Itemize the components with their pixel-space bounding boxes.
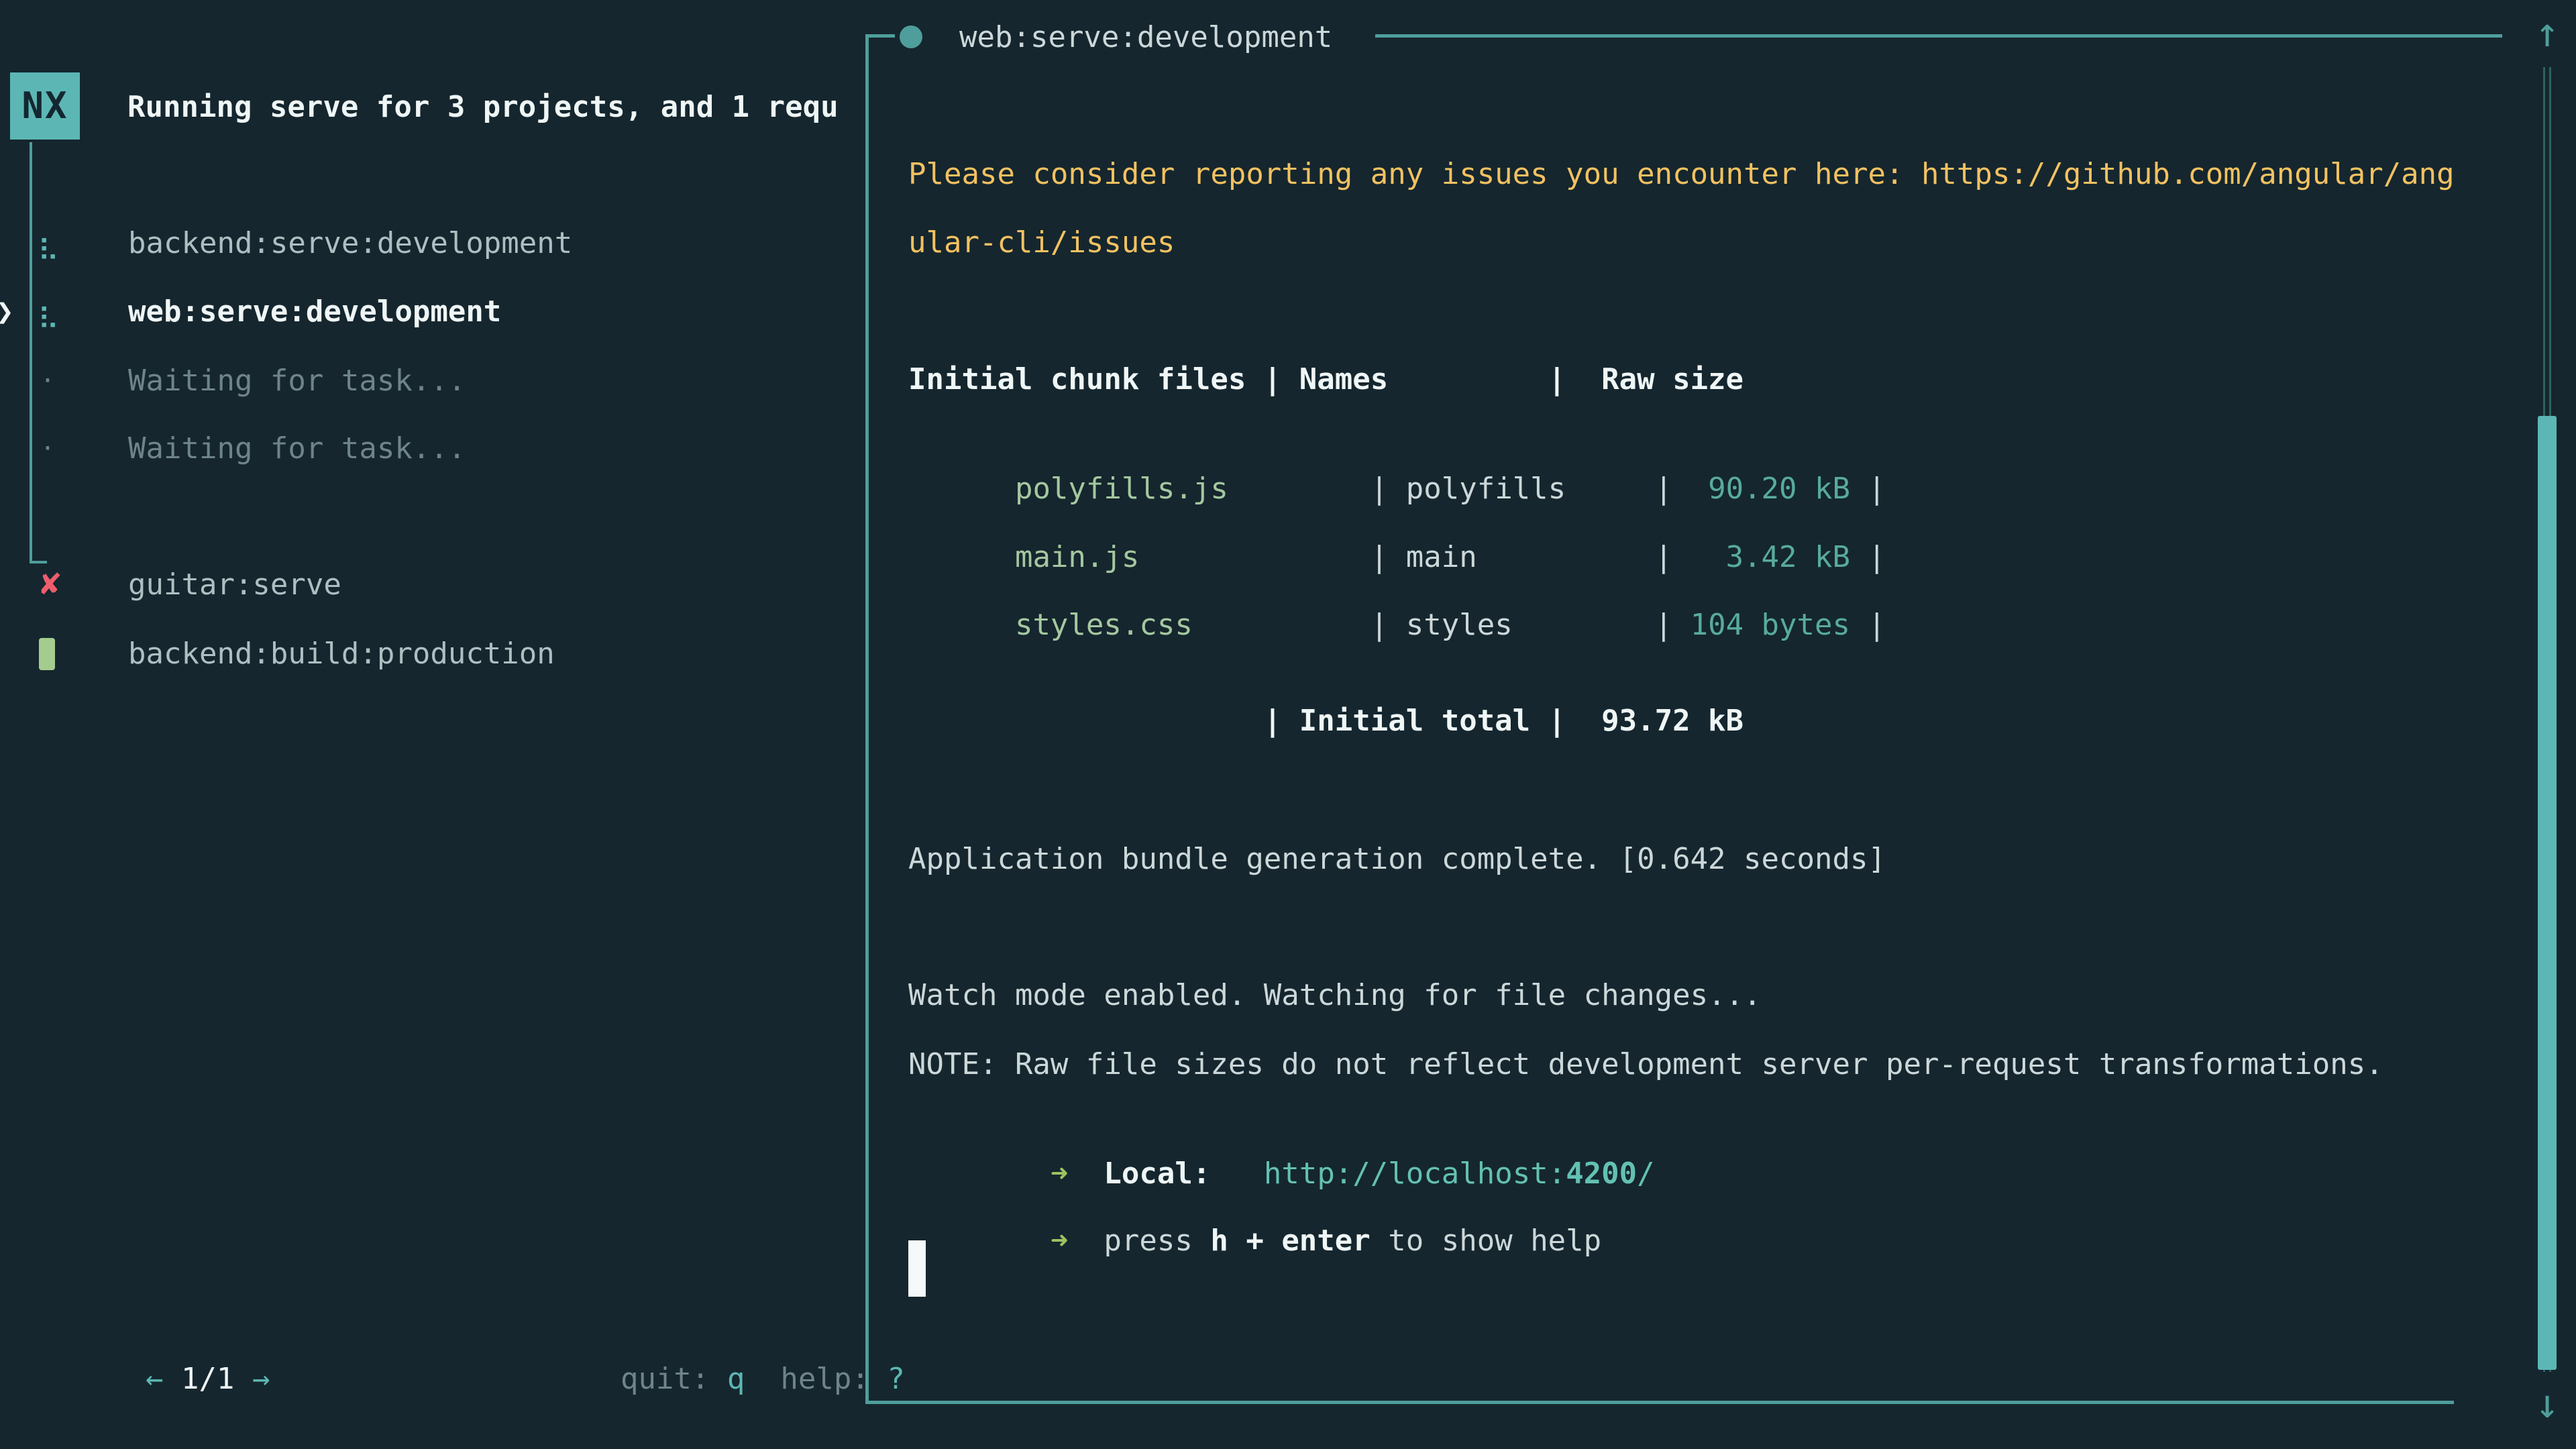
task-row-waiting-1[interactable]: · Waiting for task... [0,361,863,401]
quit-hint-label: quit: [621,1362,727,1396]
pending-dot-icon: · [43,361,52,401]
task-row-backend-serve[interactable]: ⣆ backend:serve:development [0,223,863,264]
chunk-raw-size: 104 bytes [1672,608,1850,642]
url-slash: / [1637,1157,1655,1191]
failed-cross-icon: ✘ [38,565,62,605]
terminal-block-cursor [908,1240,926,1297]
panel-title: web:serve:development [959,17,1332,58]
task-row-backend-build[interactable]: backend:build:production [0,634,863,674]
row-tail-pipe: | [1850,608,1886,642]
task-label: Waiting for task... [128,429,466,469]
panel-border-left [865,34,869,1404]
help-keys: h + enter [1210,1224,1370,1258]
issue-report-line-2: ular-cli/issues [908,223,1175,263]
scroll-up-arrow-icon[interactable]: ↑ [2524,9,2571,56]
chunk-name-cell: | styles | [1371,608,1672,642]
chunk-table-row-styles: styles.css | styles | 104 bytes | [908,565,1886,686]
scrollbar-thumb[interactable] [2538,416,2557,1370]
chunk-file-name: styles.css [1015,608,1371,642]
task-label-selected: web:serve:development [128,292,501,332]
running-status-dot-icon [900,25,922,48]
page-indicator: 1/1 [181,1362,234,1396]
task-label: guitar:serve [128,565,341,605]
task-label: backend:serve:development [128,223,572,264]
pagination: ← 1/1 → [39,1319,270,1440]
task-row-waiting-2[interactable]: · Waiting for task... [0,429,863,469]
arrow-right-icon: ➜ [1015,1224,1104,1258]
help-key: ? [887,1362,905,1396]
sidebar-header-text: Running serve for 3 projects, and 1 requ [127,87,857,127]
page-next-arrow[interactable]: → [252,1362,270,1396]
help-post-text: to show help [1371,1224,1601,1258]
bundle-complete-message: Application bundle generation complete. … [908,839,1886,879]
watch-mode-message: Watch mode enabled. Watching for file ch… [908,975,1762,1016]
panel-border-top-right-segment [1375,34,2502,38]
raw-size-note: NOTE: Raw file sizes do not reflect deve… [908,1044,2383,1085]
spinner-icon: ⣆ [38,223,59,264]
spinner-icon: ⣆ [38,292,59,332]
quit-key: q [727,1362,745,1396]
success-square-icon [39,638,55,670]
help-pre-text: press [1104,1224,1210,1258]
scroll-down-arrow-icon[interactable]: ↓ [2524,1381,2571,1428]
page-prev-arrow[interactable]: ← [146,1362,164,1396]
help-hint-line: ➜ press h + enter to show help [908,1181,1601,1301]
task-label: backend:build:production [128,634,555,674]
issue-report-line-1: Please consider reporting any issues you… [908,154,2455,195]
initial-total-row: | Initial total | 93.72 kB [908,701,1743,741]
pending-dot-icon: · [43,429,52,469]
task-row-web-serve[interactable]: ⣆ web:serve:development [0,292,863,332]
task-row-guitar-serve[interactable]: ✘ guitar:serve [0,565,863,605]
shortcut-hints: quit: q help: ? [514,1319,905,1440]
chunk-table-header: Initial chunk files | Names | Raw size [908,360,1743,400]
nx-logo: NX [10,72,80,140]
panel-border-top-left-segment [865,34,895,38]
task-label: Waiting for task... [128,361,466,401]
panel-border-bottom [865,1401,2454,1404]
